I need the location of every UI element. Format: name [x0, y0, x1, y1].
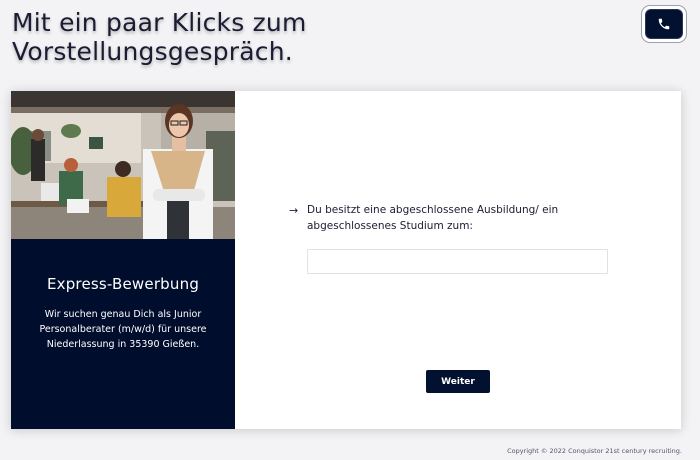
- office-team-photo: [11, 91, 235, 239]
- answer-input[interactable]: [307, 249, 608, 274]
- job-info-panel: Express-Bewerbung Wir suchen genau Dich …: [11, 91, 235, 429]
- panel-description: Wir suchen genau Dich als Junior Persona…: [39, 309, 207, 350]
- copyright-text: Copyright © 2022 Conquistor 21st century…: [507, 447, 682, 455]
- next-button[interactable]: Weiter: [426, 370, 490, 393]
- application-card: Express-Bewerbung Wir suchen genau Dich …: [11, 91, 681, 429]
- phone-call-button[interactable]: [641, 5, 687, 43]
- panel-title: Express-Bewerbung: [46, 275, 200, 293]
- phone-button-inner[interactable]: [645, 9, 683, 39]
- headline-line-1: Mit ein paar Klicks zum: [12, 8, 307, 37]
- phone-icon: [658, 18, 670, 30]
- form-question: → Du besitzt eine abgeschlossene Ausbild…: [289, 203, 629, 234]
- page-headline: Mit ein paar Klicks zum Vorstellungsgesp…: [12, 8, 307, 66]
- headline-line-2: Vorstellungsgespräch.: [12, 37, 293, 66]
- arrow-right-icon: →: [289, 204, 299, 217]
- question-text: Du besitzt eine abgeschlossene Ausbildun…: [307, 204, 559, 232]
